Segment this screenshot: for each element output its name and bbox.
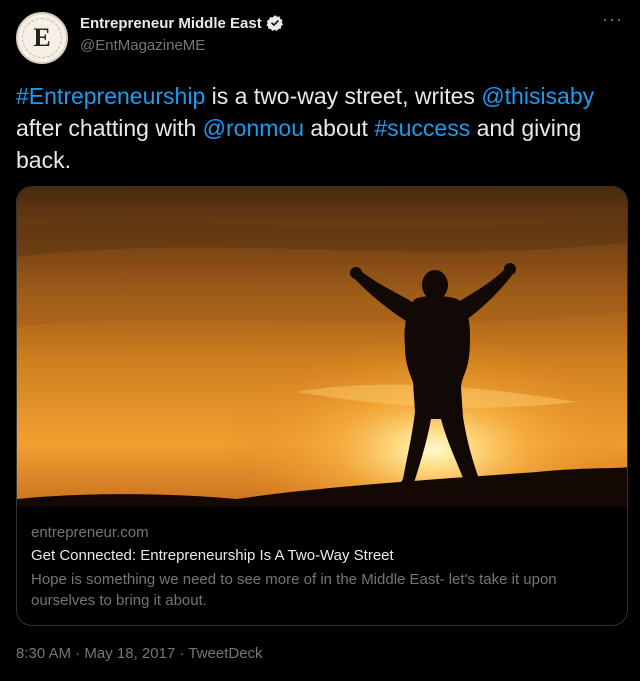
card-description: Hope is something we need to see more of… (31, 571, 557, 609)
tweet-date[interactable]: May 18, 2017 (84, 645, 175, 662)
timestamp-row: 8:30 AM · May 18, 2017 · TweetDeck (16, 645, 263, 662)
verified-badge-icon (266, 15, 283, 31)
tweet-text-segment: is a two-way street, writes (205, 83, 482, 109)
separator: · (175, 645, 189, 662)
mention-link-ronmou[interactable]: @ronmou (203, 115, 304, 141)
more-options-icon[interactable]: ··· (602, 10, 626, 30)
avatar-letter: E (33, 23, 51, 52)
mention-link-thisisaby[interactable]: @thisisaby (481, 83, 594, 109)
separator: · (71, 645, 85, 662)
tweet-text-segment: after chatting with (16, 115, 203, 141)
author-handle[interactable]: @EntMagazineME (80, 37, 205, 54)
tweet-time[interactable]: 8:30 AM (16, 645, 71, 662)
author-name-row: Entrepreneur Middle East (80, 14, 284, 32)
hashtag-link-success[interactable]: #success (374, 115, 470, 141)
card-meta: entrepreneur.com Get Connected: Entrepre… (31, 523, 611, 611)
card-domain: entrepreneur.com (31, 524, 149, 541)
hashtag-link-entrepreneurship[interactable]: #Entrepreneurship (16, 83, 205, 109)
card-title: Get Connected: Entrepreneurship Is A Two… (31, 547, 394, 564)
tweet-source[interactable]: TweetDeck (188, 645, 262, 662)
tweet-text-segment: about (304, 115, 375, 141)
link-preview-card[interactable]: entrepreneur.com Get Connected: Entrepre… (16, 186, 628, 626)
avatar[interactable]: E (16, 12, 68, 64)
tweet-text: #Entrepreneurship is a two-way street, w… (16, 80, 616, 176)
person-silhouette-sunset-image (17, 187, 627, 507)
display-name[interactable]: Entrepreneur Middle East (80, 15, 262, 32)
